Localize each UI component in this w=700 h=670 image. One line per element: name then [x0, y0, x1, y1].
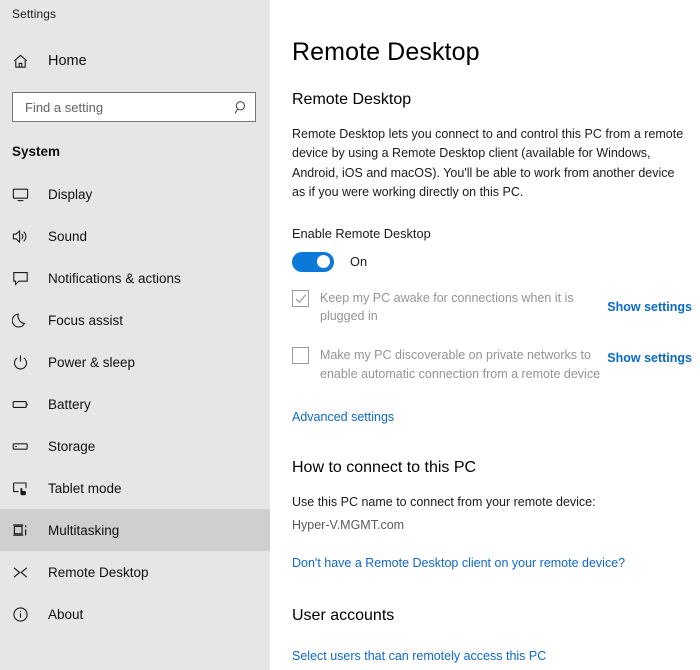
- toggle-knob: [317, 255, 330, 268]
- sidebar-item-label: Tablet mode: [48, 480, 122, 496]
- remote-desktop-icon: [12, 564, 38, 581]
- info-icon: [12, 606, 38, 623]
- make-pc-discoverable-show-settings-link[interactable]: Show settings: [607, 351, 692, 365]
- keep-pc-awake-checkbox[interactable]: [292, 289, 309, 307]
- enable-remote-desktop-toggle-row: On: [292, 251, 700, 272]
- storage-icon: [12, 438, 38, 455]
- main-content: Remote Desktop Remote Desktop Remote Des…: [270, 0, 700, 670]
- sidebar: Settings Home System: [0, 0, 270, 670]
- sidebar-item-home[interactable]: Home: [0, 44, 270, 78]
- sidebar-item-label: Storage: [48, 438, 96, 454]
- sidebar-item-label: Notifications & actions: [48, 270, 181, 286]
- sidebar-item-display[interactable]: Display: [0, 173, 270, 215]
- settings-window: Settings Home System: [0, 0, 700, 670]
- sidebar-item-label: Sound: [48, 228, 88, 244]
- sidebar-item-focus-assist[interactable]: Focus assist: [0, 299, 270, 341]
- battery-icon: [12, 396, 38, 413]
- select-users-link[interactable]: Select users that can remotely access th…: [292, 649, 546, 663]
- remote-desktop-client-link[interactable]: Don't have a Remote Desktop client on yo…: [292, 556, 625, 570]
- advanced-settings-link[interactable]: Advanced settings: [292, 410, 394, 424]
- power-icon: [12, 354, 38, 371]
- title-bar: Settings: [0, 0, 270, 28]
- sidebar-group-title: System: [12, 144, 61, 159]
- sidebar-item-label: Remote Desktop: [48, 564, 149, 580]
- sidebar-item-tablet-mode[interactable]: Tablet mode: [0, 467, 270, 509]
- connect-instruction: Use this PC name to connect from your re…: [292, 494, 596, 509]
- select-users-row: Select users that can remotely access th…: [292, 647, 700, 665]
- search-box[interactable]: [12, 92, 256, 122]
- sidebar-item-about[interactable]: About: [0, 593, 270, 635]
- section-heading-how-to-connect: How to connect to this PC: [292, 458, 477, 476]
- home-icon: [12, 53, 40, 70]
- multitasking-icon: [12, 522, 38, 539]
- keep-pc-awake-show-settings-link[interactable]: Show settings: [607, 300, 692, 314]
- sidebar-item-multitasking[interactable]: Multitasking: [0, 509, 270, 551]
- make-pc-discoverable-checkbox[interactable]: [292, 347, 309, 364]
- sidebar-item-label: Power & sleep: [48, 354, 136, 370]
- sidebar-item-home-label: Home: [48, 53, 87, 69]
- make-pc-discoverable-label: Make my PC discoverable on private netwo…: [320, 348, 601, 381]
- sidebar-item-label: Focus assist: [48, 312, 124, 328]
- tablet-hand-icon: [12, 480, 38, 497]
- page-title: Remote Desktop: [292, 38, 480, 66]
- keep-pc-awake-label: Keep my PC awake for connections when it…: [320, 290, 574, 324]
- sidebar-item-remote-desktop[interactable]: Remote Desktop: [0, 551, 270, 593]
- sidebar-item-label: Multitasking: [48, 522, 120, 538]
- toggle-state-label: On: [350, 254, 368, 269]
- pc-name-value: Hyper-V.MGMT.com: [292, 517, 405, 532]
- keep-pc-awake-row: Keep my PC awake for connections when it…: [292, 289, 700, 327]
- enable-remote-desktop-label: Enable Remote Desktop: [292, 225, 431, 241]
- section-heading-remote-desktop: Remote Desktop: [292, 91, 412, 108]
- enable-remote-desktop-toggle[interactable]: [292, 251, 334, 272]
- remote-desktop-description: Remote Desktop lets you connect to and c…: [292, 127, 684, 200]
- search-input[interactable]: [23, 98, 233, 116]
- speaker-icon: [12, 228, 38, 245]
- sidebar-item-notifications[interactable]: Notifications & actions: [0, 257, 270, 299]
- section-heading-user-accounts: User accounts: [292, 606, 395, 624]
- sidebar-nav-list: Display Sound Notifications & actions Fo…: [0, 173, 270, 635]
- sidebar-item-label: About: [48, 606, 84, 622]
- moon-icon: [12, 312, 38, 329]
- monitor-icon: [12, 186, 38, 203]
- search-icon[interactable]: [233, 99, 249, 115]
- sidebar-item-storage[interactable]: Storage: [0, 425, 270, 467]
- advanced-settings-row: Advanced settings: [292, 408, 700, 426]
- window-title: Settings: [12, 7, 57, 21]
- sidebar-item-power-sleep[interactable]: Power & sleep: [0, 341, 270, 383]
- chat-bubble-icon: [12, 270, 38, 287]
- make-pc-discoverable-row: Make my PC discoverable on private netwo…: [292, 346, 700, 384]
- sidebar-item-battery[interactable]: Battery: [0, 383, 270, 425]
- sidebar-item-sound[interactable]: Sound: [0, 215, 270, 257]
- sidebar-item-label: Display: [48, 186, 93, 202]
- client-link-row: Don't have a Remote Desktop client on yo…: [292, 554, 700, 572]
- sidebar-item-label: Battery: [48, 396, 91, 412]
